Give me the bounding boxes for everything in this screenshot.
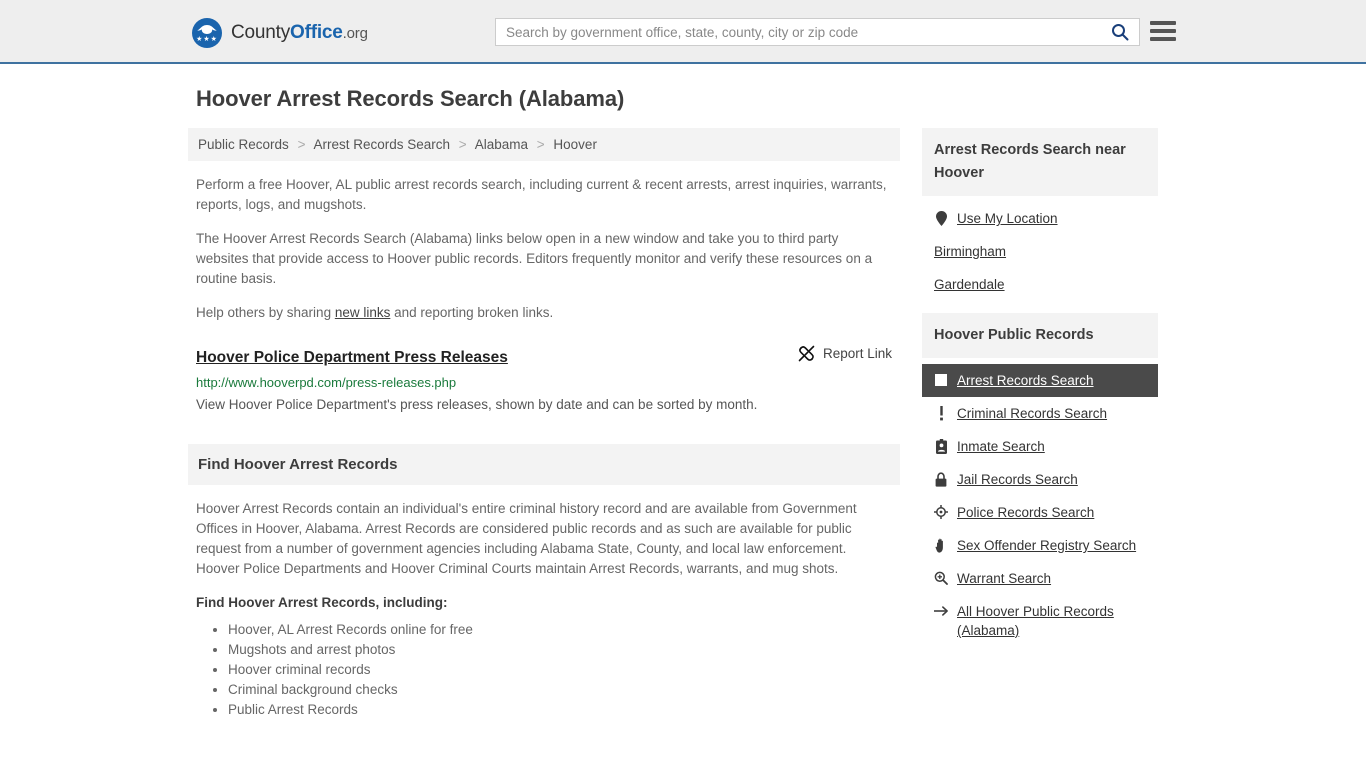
search-button[interactable] [1101, 19, 1139, 45]
content-container: Hoover Arrest Records Search (Alabama) P… [188, 64, 1178, 720]
records-panel-heading: Hoover Public Records [922, 313, 1158, 358]
report-link-label: Report Link [822, 346, 892, 361]
list-item: Criminal background checks [228, 680, 892, 700]
sidebar-item-use-my-location[interactable]: Use My Location [922, 202, 1158, 235]
logo-office: Office [290, 22, 343, 43]
result-description: View Hoover Police Department's press re… [196, 397, 758, 412]
sidebar-item-label: Birmingham [934, 244, 1007, 259]
new-links-link[interactable]: new links [335, 305, 391, 320]
breadcrumb-item-public-records[interactable]: Public Records [198, 137, 289, 152]
near-panel: Arrest Records Search near Hoover Use My… [922, 128, 1158, 301]
sidebar-item-gardendale[interactable]: Gardendale [922, 268, 1158, 301]
logo-tld: .org [342, 25, 368, 42]
sidebar-item-label: Arrest Records Search [957, 373, 1094, 388]
breadcrumb-separator: > [458, 137, 467, 152]
sidebar-item-police-records-search[interactable]: Police Records Search [922, 496, 1158, 529]
search-icon [1112, 24, 1129, 41]
sidebar-item-label: All Hoover Public Records (Alabama) [957, 604, 1114, 638]
result-header-row: Hoover Police Department Press Releases … [196, 345, 892, 367]
site-logo[interactable]: ★★★ CountyOffice.org [192, 18, 368, 48]
square-icon [934, 371, 948, 389]
logo-wordmark: CountyOffice.org [231, 22, 368, 44]
hamburger-bar [1150, 29, 1176, 33]
list-item: Public Arrest Records [228, 700, 892, 720]
near-panel-list: Use My Location Birmingham Gardendale [922, 196, 1158, 301]
search-input[interactable] [496, 19, 1101, 45]
search-bar[interactable] [495, 18, 1140, 46]
eagle-icon [197, 25, 217, 34]
sidebar-item-label: Police Records Search [957, 505, 1095, 520]
sidebar-item-arrest-records-search[interactable]: Arrest Records Search [922, 364, 1158, 397]
three-stars-icon: ★★★ [196, 36, 218, 43]
intro-paragraph-3: Help others by sharing new links and rep… [188, 303, 900, 323]
broken-link-icon [798, 345, 815, 362]
logo-county: County [231, 22, 291, 43]
find-section-paragraph: Hoover Arrest Records contain an individ… [196, 501, 857, 576]
sidebar-item-label: Jail Records Search [957, 472, 1078, 487]
sidebar-item-warrant-search[interactable]: Warrant Search [922, 562, 1158, 595]
intro-paragraph-2: The Hoover Arrest Records Search (Alabam… [196, 231, 873, 286]
breadcrumb-item-arrest-records-search[interactable]: Arrest Records Search [313, 137, 450, 152]
near-panel-heading: Arrest Records Search near Hoover [922, 128, 1158, 196]
list-item: Hoover, AL Arrest Records online for fre… [228, 620, 892, 640]
lock-icon [934, 470, 948, 488]
share-text-after: and reporting broken links. [390, 305, 554, 320]
result-title-link[interactable]: Hoover Police Department Press Releases [196, 349, 508, 367]
list-item: Hoover criminal records [228, 660, 892, 680]
site-header: ★★★ CountyOffice.org [0, 0, 1366, 64]
breadcrumb-separator: > [536, 137, 545, 152]
sidebar-item-birmingham[interactable]: Birmingham [922, 235, 1158, 268]
find-section-list: Hoover, AL Arrest Records online for fre… [196, 620, 892, 720]
two-column-layout: Public Records > Arrest Records Search >… [188, 128, 1178, 720]
find-section-heading: Find Hoover Arrest Records [188, 444, 900, 485]
find-section-body: Hoover Arrest Records contain an individ… [188, 485, 900, 720]
sidebar-item-criminal-records-search[interactable]: Criminal Records Search [922, 397, 1158, 430]
arrow-right-icon [934, 602, 948, 620]
records-panel-list: Arrest Records Search Criminal Records S… [922, 358, 1158, 647]
hamburger-menu-icon[interactable] [1150, 19, 1176, 43]
sidebar-item-all-hoover-public-records[interactable]: All Hoover Public Records (Alabama) [922, 595, 1158, 647]
sidebar: Arrest Records Search near Hoover Use My… [922, 128, 1158, 720]
breadcrumb: Public Records > Arrest Records Search >… [188, 128, 900, 161]
result-url: http://www.hooverpd.com/press-releases.p… [196, 375, 457, 390]
page-body: Hoover Arrest Records Search (Alabama) P… [0, 64, 1366, 720]
countyoffice-logo-icon: ★★★ [192, 18, 222, 48]
hamburger-bar [1150, 37, 1176, 41]
breadcrumb-item-hoover[interactable]: Hoover [553, 137, 597, 152]
search-result: Hoover Police Department Press Releases … [188, 345, 900, 414]
sidebar-item-label: Warrant Search [957, 571, 1052, 586]
sidebar-item-label: Criminal Records Search [957, 406, 1108, 421]
magnifier-plus-icon [934, 569, 948, 587]
hand-icon [934, 536, 948, 554]
map-pin-icon [934, 209, 948, 227]
sidebar-item-label: Gardendale [934, 277, 1005, 292]
find-section-subheading: Find Hoover Arrest Records, including: [196, 595, 448, 610]
sidebar-item-label: Inmate Search [957, 439, 1045, 454]
breadcrumb-item-alabama[interactable]: Alabama [475, 137, 528, 152]
exclamation-icon [934, 404, 948, 422]
sidebar-item-label: Sex Offender Registry Search [957, 538, 1137, 553]
list-item: Mugshots and arrest photos [228, 640, 892, 660]
breadcrumb-separator: > [297, 137, 306, 152]
sidebar-item-sex-offender-registry-search[interactable]: Sex Offender Registry Search [922, 529, 1158, 562]
report-link-button[interactable]: Report Link [798, 345, 892, 362]
main-content: Public Records > Arrest Records Search >… [188, 128, 900, 720]
share-text-before: Help others by sharing [196, 305, 335, 320]
intro-paragraph-1: Perform a free Hoover, AL public arrest … [196, 177, 887, 212]
sidebar-item-jail-records-search[interactable]: Jail Records Search [922, 463, 1158, 496]
records-panel: Hoover Public Records Arrest Records Sea… [922, 313, 1158, 647]
police-badge-icon [934, 503, 948, 521]
id-badge-icon [934, 437, 948, 455]
hamburger-bar [1150, 21, 1176, 25]
sidebar-item-inmate-search[interactable]: Inmate Search [922, 430, 1158, 463]
page-title: Hoover Arrest Records Search (Alabama) [196, 86, 625, 111]
sidebar-item-label: Use My Location [957, 211, 1058, 226]
